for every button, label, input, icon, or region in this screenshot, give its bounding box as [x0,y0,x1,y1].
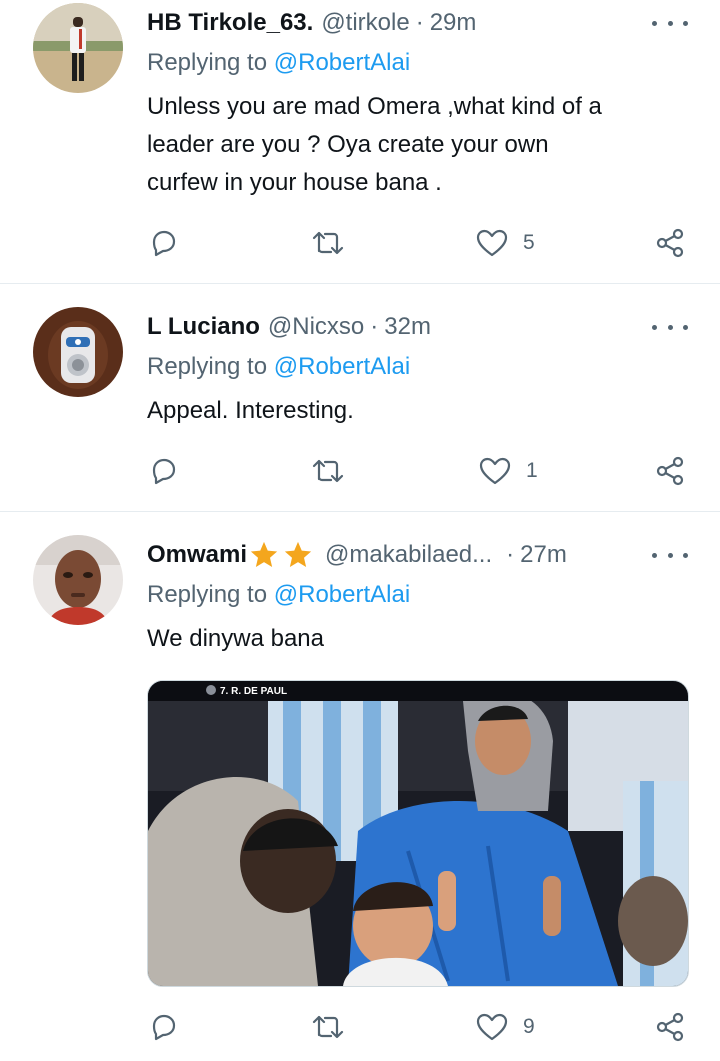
share-button[interactable] [654,225,686,261]
tweet-1[interactable]: HB Tirkole_63. @tirkole · 29m Replying t… [0,0,720,283]
share-button[interactable] [654,453,686,489]
display-name[interactable]: Omwami [147,541,247,569]
avatar[interactable] [33,307,123,397]
more-icon[interactable] [652,13,688,33]
media-photo: 7. R. DE PAUL [148,681,688,986]
tweet-text: We dinywa bana [147,620,697,658]
user-handle[interactable]: @Nicxso [268,313,364,341]
like-count: 1 [526,459,538,482]
separator-dot: · [506,541,515,568]
share-icon [656,456,684,486]
retweet-button[interactable] [310,1009,346,1045]
like-button[interactable]: 5 [475,225,535,261]
tweet-text-line: Appeal. Interesting. [147,397,354,424]
more-icon[interactable] [652,317,688,337]
display-name[interactable]: HB Tirkole_63. [147,9,313,37]
user-handle[interactable]: @tirkole [321,9,409,37]
retweet-button[interactable] [310,453,346,489]
reply-icon [152,458,176,485]
tweet-text-line: curfew in your house bana . [147,169,442,196]
media-caption: 7. R. DE PAUL [220,686,287,697]
tweet-2[interactable]: L Luciano @Nicxso · 32m Replying to @Rob… [0,284,720,511]
tweet-header: L Luciano @Nicxso · 32m [147,310,431,344]
star-icon [284,541,312,567]
separator-dot: · [370,313,379,340]
like-button[interactable]: 9 [475,1009,535,1045]
media-image[interactable]: 7. R. DE PAUL [147,680,689,987]
like-count: 5 [523,231,535,254]
tweet-text-line: Unless you are mad Omera ,what kind of a [147,93,602,120]
replying-to: Replying to @RobertAlai [147,581,410,609]
avatar[interactable] [33,3,123,93]
tweet-text-line: We dinywa bana [147,625,324,652]
reply-button[interactable] [148,225,180,261]
tweet-text-line: leader are you ? Oya create your own [147,131,549,158]
share-button[interactable] [654,1009,686,1045]
avatar[interactable] [33,535,123,625]
mention-link[interactable]: @RobertAlai [274,49,410,76]
like-icon [476,1013,508,1041]
retweet-icon [312,1015,344,1039]
reply-icon [152,1014,176,1041]
retweet-icon [312,459,344,483]
retweet-icon [312,231,344,255]
replying-to: Replying to @RobertAlai [147,49,410,77]
tweet-text: Appeal. Interesting. [147,392,697,430]
retweet-button[interactable] [310,225,346,261]
tweet-header: Omwami @makabilaed... · 27m [147,538,567,572]
user-handle[interactable]: @makabilaed... [325,541,492,569]
replying-prefix: Replying to [147,581,268,608]
like-count: 9 [523,1015,535,1038]
like-button[interactable]: 1 [478,453,538,489]
reply-icon [152,230,176,257]
timestamp[interactable]: 27m [520,541,567,569]
star-icon [250,541,278,567]
share-icon [656,1012,684,1042]
mention-link[interactable]: @RobertAlai [274,581,410,608]
timestamp[interactable]: 32m [384,313,431,341]
like-icon [479,457,511,485]
replying-to: Replying to @RobertAlai [147,353,410,381]
replying-prefix: Replying to [147,353,268,380]
tweet-text: Unless you are mad Omera ,what kind of a… [147,88,697,202]
tweet-header: HB Tirkole_63. @tirkole · 29m [147,6,476,40]
like-icon [476,229,508,257]
display-name[interactable]: L Luciano [147,313,260,341]
share-icon [656,228,684,258]
separator-dot: · [415,9,424,36]
replying-prefix: Replying to [147,49,268,76]
reply-button[interactable] [148,453,180,489]
timestamp[interactable]: 29m [430,9,477,37]
more-icon[interactable] [652,545,688,565]
reply-button[interactable] [148,1009,180,1045]
mention-link[interactable]: @RobertAlai [274,353,410,380]
